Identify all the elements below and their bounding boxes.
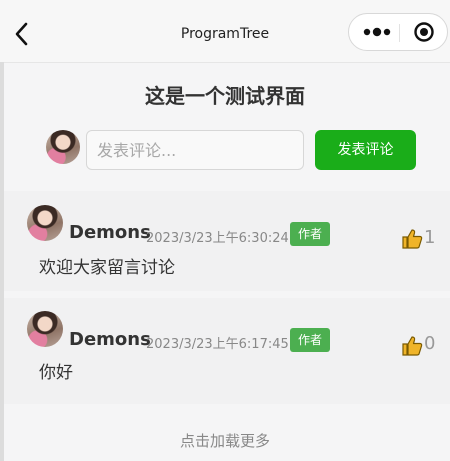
comment-card: Demons 2023/3/23上午6:17:45 作者 0 你好 xyxy=(4,298,450,404)
comment-time: 2023/3/23上午6:30:24 xyxy=(146,231,289,246)
more-button[interactable] xyxy=(357,19,397,45)
comment-time: 2023/3/23上午6:17:45 xyxy=(146,337,289,352)
comment-username: Demons xyxy=(69,222,151,243)
post-comment-button[interactable]: 发表评论 xyxy=(315,130,416,170)
like-count: 0 xyxy=(424,333,436,354)
more-dots-icon xyxy=(363,27,391,37)
navigation-bar: ProgramTree xyxy=(0,0,450,63)
comment-content: 欢迎大家留言讨论 xyxy=(39,258,175,278)
comment-username: Demons xyxy=(69,329,151,350)
author-badge: 作者 xyxy=(290,222,330,246)
current-user-avatar xyxy=(46,130,80,164)
capsule-divider xyxy=(399,24,400,42)
like-button[interactable] xyxy=(401,335,423,357)
target-circle-icon xyxy=(414,22,434,42)
avatar xyxy=(27,311,63,347)
like-count: 1 xyxy=(424,227,436,248)
like-button[interactable] xyxy=(401,228,423,250)
comment-input[interactable] xyxy=(86,130,304,170)
close-miniprogram-button[interactable] xyxy=(409,19,439,45)
mini-program-capsule xyxy=(348,13,448,51)
comment-card: Demons 2023/3/23上午6:30:24 作者 1 欢迎大家留言讨论 xyxy=(4,191,450,291)
load-more-link[interactable]: 点击加载更多 xyxy=(0,430,450,451)
avatar xyxy=(27,205,63,241)
comment-content: 你好 xyxy=(39,363,73,383)
page-title: 这是一个测试界面 xyxy=(145,84,305,108)
author-badge: 作者 xyxy=(290,328,330,352)
thumbs-up-icon xyxy=(402,336,423,356)
thumbs-up-icon xyxy=(402,229,423,249)
